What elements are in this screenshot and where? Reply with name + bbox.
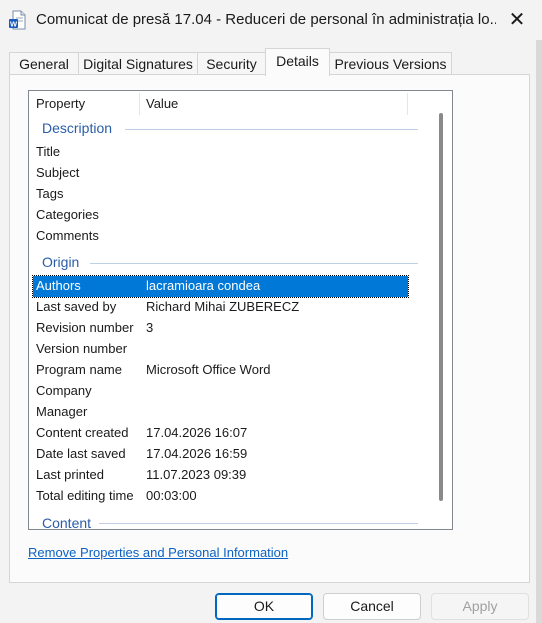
- column-header-value[interactable]: Value: [146, 96, 178, 111]
- group-heading-content: Content: [42, 515, 92, 530]
- group-divider: [90, 263, 418, 264]
- word-document-icon: W: [9, 10, 26, 30]
- property-value[interactable]: lacramioara condea: [146, 276, 260, 296]
- property-name: Authors: [36, 278, 81, 293]
- property-row[interactable]: Last printed 11.07.2023 09:39: [33, 465, 408, 486]
- property-name: Date last saved: [36, 446, 126, 461]
- property-row[interactable]: Revision number 3: [33, 318, 408, 339]
- window-title: Comunicat de presă 17.04 - Reduceri de p…: [36, 11, 496, 28]
- property-value[interactable]: 3: [146, 318, 153, 338]
- property-name: Last printed: [36, 467, 104, 482]
- property-name: Content created: [36, 425, 129, 440]
- property-name: Subject: [36, 165, 80, 180]
- property-row[interactable]: Content created 17.04.2026 16:07: [33, 423, 408, 444]
- group-heading-description: Description: [42, 120, 113, 136]
- tab-details[interactable]: Details: [265, 48, 330, 76]
- close-icon[interactable]: ✕: [500, 4, 534, 36]
- cancel-button[interactable]: Cancel: [323, 593, 421, 620]
- tab-general[interactable]: General: [9, 52, 79, 75]
- property-name: Revision number: [36, 320, 134, 335]
- property-row[interactable]: Total editing time 00:03:00: [33, 486, 408, 507]
- ok-button[interactable]: OK: [215, 593, 313, 620]
- property-name: Program name: [36, 362, 122, 377]
- group-heading-origin: Origin: [42, 254, 80, 270]
- tab-security[interactable]: Security: [197, 52, 266, 75]
- property-name: Categories: [36, 207, 99, 222]
- property-row-selected[interactable]: Authors lacramioara condea: [32, 275, 409, 298]
- tab-previous-versions[interactable]: Previous Versions: [329, 52, 452, 75]
- apply-button[interactable]: Apply: [431, 593, 529, 620]
- column-header-property[interactable]: Property: [36, 96, 85, 111]
- column-divider[interactable]: [139, 93, 140, 115]
- background-window-edge: [536, 40, 542, 623]
- property-value[interactable]: 17.04.2026 16:59: [146, 444, 247, 464]
- property-value[interactable]: Microsoft Office Word: [146, 360, 271, 380]
- property-row[interactable]: Categories: [33, 205, 408, 226]
- property-row[interactable]: Tags: [33, 184, 408, 205]
- property-row[interactable]: Manager: [33, 402, 408, 423]
- svg-text:W: W: [10, 20, 18, 29]
- property-row[interactable]: Last saved by Richard Mihai ZUBERECZ: [33, 297, 408, 318]
- property-row[interactable]: Version number: [33, 339, 408, 360]
- property-value[interactable]: 11.07.2023 09:39: [146, 465, 246, 485]
- property-name: Comments: [36, 228, 99, 243]
- group-divider: [99, 523, 418, 524]
- tab-digital-signatures[interactable]: Digital Signatures: [78, 52, 198, 75]
- property-name: Version number: [36, 341, 128, 356]
- property-row[interactable]: Program name Microsoft Office Word: [33, 360, 408, 381]
- column-divider[interactable]: [407, 93, 408, 115]
- property-row[interactable]: Subject: [33, 163, 408, 184]
- property-name: Tags: [36, 186, 64, 201]
- property-name: Manager: [36, 404, 88, 419]
- property-row[interactable]: Comments: [33, 226, 408, 247]
- property-name: Company: [36, 383, 92, 398]
- property-row[interactable]: Title: [33, 142, 408, 163]
- vertical-scrollbar[interactable]: [437, 113, 449, 527]
- property-value[interactable]: 17.04.2026 16:07: [146, 423, 247, 443]
- property-row[interactable]: Date last saved 17.04.2026 16:59: [33, 444, 408, 465]
- title-bar: W Comunicat de presă 17.04 - Reduceri de…: [0, 0, 542, 40]
- property-value[interactable]: Richard Mihai ZUBERECZ: [146, 297, 299, 317]
- property-row[interactable]: Company: [33, 381, 408, 402]
- remove-properties-link[interactable]: Remove Properties and Personal Informati…: [28, 545, 288, 560]
- property-name: Last saved by: [36, 299, 117, 314]
- property-name: Total editing time: [36, 488, 134, 503]
- properties-list[interactable]: Property Value Description Title Subject…: [28, 90, 453, 530]
- list-header: Property Value: [29, 91, 408, 116]
- property-value[interactable]: 00:03:00: [146, 486, 197, 506]
- scrollbar-thumb[interactable]: [439, 113, 443, 501]
- tab-strip: General Digital Signatures Security Deta…: [9, 48, 529, 76]
- property-name: Title: [36, 144, 61, 159]
- group-divider: [125, 129, 418, 130]
